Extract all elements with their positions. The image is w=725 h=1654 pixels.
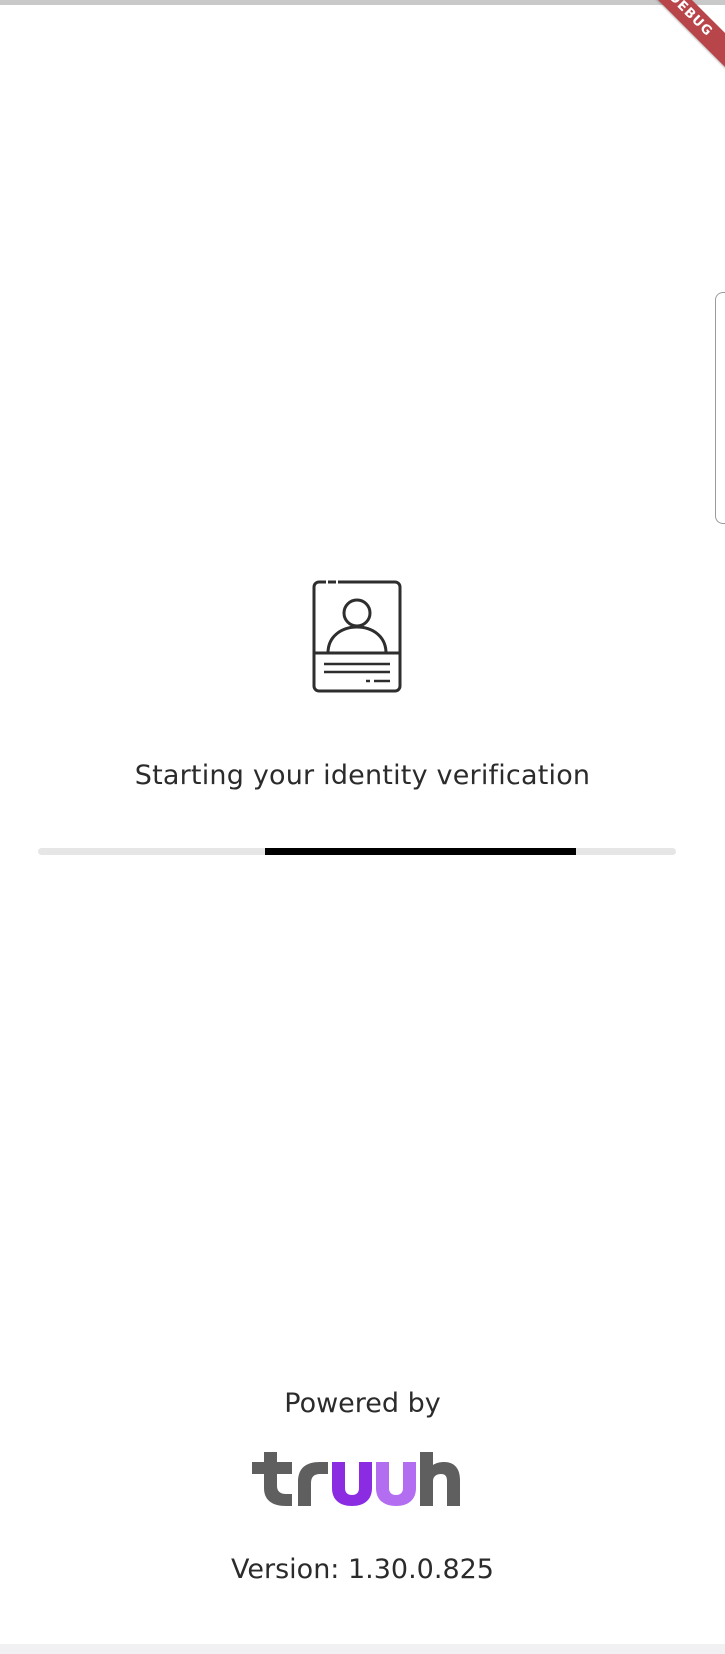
loading-status-text: Starting your identity verification bbox=[134, 760, 591, 791]
version-text: Version: 1.30.0.825 bbox=[231, 1554, 494, 1585]
powered-by-label: Powered by bbox=[284, 1388, 441, 1419]
id-card-icon bbox=[312, 580, 402, 693]
side-panel-handle[interactable] bbox=[715, 292, 725, 524]
status-bar-edge bbox=[0, 0, 725, 5]
progress-indicator bbox=[265, 848, 576, 855]
navigation-bar-edge bbox=[0, 1644, 725, 1654]
truuth-logo bbox=[252, 1452, 460, 1506]
progress-bar bbox=[38, 848, 676, 855]
debug-banner: DEBUG bbox=[628, 0, 725, 77]
